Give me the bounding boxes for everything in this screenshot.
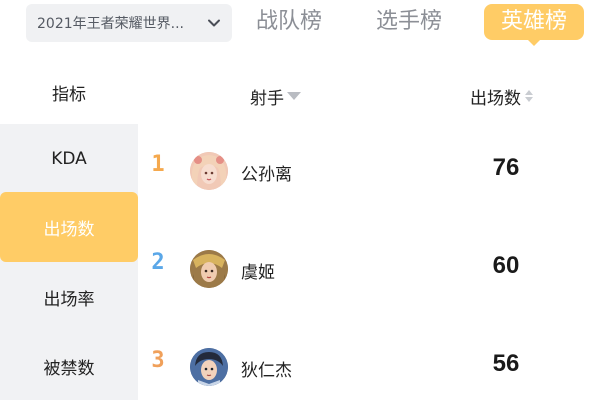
sidebar-item-label: 出场率 [43, 289, 95, 310]
sort-appearances-header[interactable]: 出场数 [470, 84, 533, 109]
top-bar: 2021年王者荣耀世界... 战队榜 选手榜 英雄榜 [0, 0, 593, 54]
appearance-count: 60 [492, 252, 520, 279]
tab-player-ranking[interactable]: 选手榜 [376, 6, 442, 38]
sort-icon [525, 90, 533, 102]
rank-number: 1 [151, 152, 165, 177]
rank-number: 3 [151, 348, 165, 373]
ranking-row[interactable]: 3 狄仁杰 56 [138, 320, 593, 400]
season-dropdown[interactable]: 2021年王者荣耀世界... [26, 4, 232, 42]
ranking-row[interactable]: 1 公孙离 76 [138, 124, 593, 204]
sort-column-label: 出场数 [470, 88, 521, 109]
hero-name: 公孙离 [241, 165, 292, 185]
sidebar-item-bans[interactable]: 被禁数 [0, 331, 138, 400]
hero-name: 虞姬 [241, 263, 275, 283]
season-dropdown-value: 2021年王者荣耀世界... [37, 16, 184, 32]
sidebar-item-label: 被禁数 [43, 358, 95, 379]
triangle-down-icon [287, 92, 301, 100]
appearance-count: 56 [492, 350, 520, 377]
active-tab-pointer [528, 40, 540, 46]
hero-name: 狄仁杰 [241, 361, 292, 381]
tab-hero-ranking-label: 英雄榜 [500, 9, 567, 34]
metric-sidebar: KDA 出场数 出场率 被禁数 [0, 124, 138, 400]
tab-team-ranking[interactable]: 战队榜 [256, 6, 322, 38]
ranking-row[interactable]: 2 虞姬 60 [138, 222, 593, 302]
metric-column-header: 指标 [52, 85, 86, 105]
chevron-down-icon [206, 15, 222, 31]
role-filter-dropdown[interactable]: 射手 [250, 84, 301, 109]
sidebar-item-appearances[interactable]: 出场数 [0, 192, 138, 262]
role-filter-label: 射手 [250, 88, 284, 109]
appearance-count: 76 [492, 154, 520, 181]
hero-ranking-list: 1 公孙离 76 2 虞姬 60 3 狄仁杰 56 [138, 124, 593, 400]
sidebar-item-label: 出场数 [43, 219, 95, 240]
sidebar-item-kda[interactable]: KDA [0, 124, 138, 194]
rank-number: 2 [151, 250, 165, 275]
sidebar-item-appearance-rate[interactable]: 出场率 [0, 262, 138, 332]
table-header: 指标 射手 出场数 [0, 62, 593, 124]
hero-leaderboard-page: 2021年王者荣耀世界... 战队榜 选手榜 英雄榜 指标 射手 出场数 KDA… [0, 0, 593, 400]
hero-portrait-icon [190, 348, 228, 386]
hero-portrait-icon [190, 152, 228, 190]
tab-hero-ranking[interactable]: 英雄榜 [484, 4, 584, 46]
hero-portrait-icon [190, 250, 228, 288]
sidebar-item-label: KDA [51, 149, 87, 169]
